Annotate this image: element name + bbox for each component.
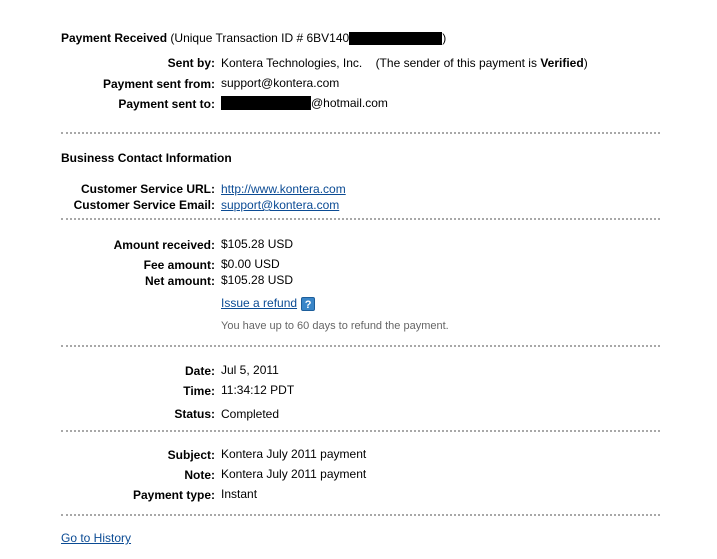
payment-type-label: Payment type: — [132, 488, 215, 502]
amount-received-label: Amount received: — [113, 238, 215, 252]
section-divider — [61, 218, 660, 220]
refund-row: Issue a refund? — [221, 296, 316, 311]
customer-service-email-cell: support@kontera.com — [221, 198, 339, 212]
fee-amount-value: $0.00 USD — [221, 257, 280, 271]
date-value: Jul 5, 2011 — [221, 363, 279, 377]
net-amount-value: $105.28 USD — [221, 273, 294, 287]
sent-to-domain: @hotmail.com — [311, 96, 388, 110]
refund-note: You have up to 60 days to refund the pay… — [221, 320, 449, 332]
sent-from-label: Payment sent from: — [102, 77, 215, 91]
time-value: 11:34:12 PDT — [221, 383, 295, 397]
go-to-history-link[interactable]: Go to History — [61, 531, 131, 545]
verified-status: Verified — [540, 56, 584, 70]
sent-by-value: Kontera Technologies, Inc. (The sender o… — [221, 56, 588, 70]
note-value: Kontera July 2011 payment — [221, 467, 367, 481]
section-divider — [61, 132, 660, 134]
note-label: Note: — [184, 468, 215, 482]
help-icon[interactable]: ? — [301, 296, 316, 311]
subject-label: Subject: — [167, 448, 215, 462]
payment-type-value: Instant — [221, 487, 258, 501]
business-contact-heading: Business Contact Information — [61, 151, 232, 165]
fee-amount-label: Fee amount: — [143, 258, 215, 272]
sent-from-value: support@kontera.com — [221, 76, 340, 90]
section-divider — [61, 430, 660, 432]
status-label: Status: — [174, 407, 215, 421]
date-label: Date: — [184, 364, 215, 378]
amount-received-value: $105.28 USD — [221, 237, 294, 251]
page-title: Payment Received — [61, 31, 168, 45]
section-divider — [61, 345, 660, 347]
redacted-transaction-id — [349, 32, 443, 46]
customer-service-url-link[interactable]: http://www.kontera.com — [221, 182, 346, 196]
customer-service-email-link[interactable]: support@kontera.com — [221, 198, 339, 212]
customer-service-email-label: Customer Service Email: — [73, 198, 215, 212]
subject-value: Kontera July 2011 payment — [221, 447, 367, 461]
sent-by-label: Sent by: — [167, 56, 215, 70]
footer: Go to History — [61, 531, 131, 545]
sender-name: Kontera Technologies, Inc. — [221, 56, 363, 70]
customer-service-url-label: Customer Service URL: — [80, 182, 215, 196]
redacted-recipient — [221, 96, 311, 110]
customer-service-url-cell: http://www.kontera.com — [221, 182, 346, 196]
verified-prefix: (The sender of this payment is — [375, 56, 537, 70]
sent-to-value: @hotmail.com — [221, 96, 388, 110]
verified-suffix: ) — [583, 56, 588, 70]
section-divider — [61, 514, 660, 516]
sent-to-label: Payment sent to: — [118, 97, 215, 111]
payment-header: Payment Received (Unique Transaction ID … — [61, 31, 447, 46]
time-label: Time: — [183, 384, 215, 398]
issue-refund-link[interactable]: Issue a refund — [221, 296, 297, 310]
net-amount-label: Net amount: — [145, 274, 215, 288]
transaction-id-text: (Unique Transaction ID # 6BV140 — [170, 31, 350, 45]
status-value: Completed — [221, 407, 280, 421]
transaction-id-close: ) — [442, 31, 447, 45]
